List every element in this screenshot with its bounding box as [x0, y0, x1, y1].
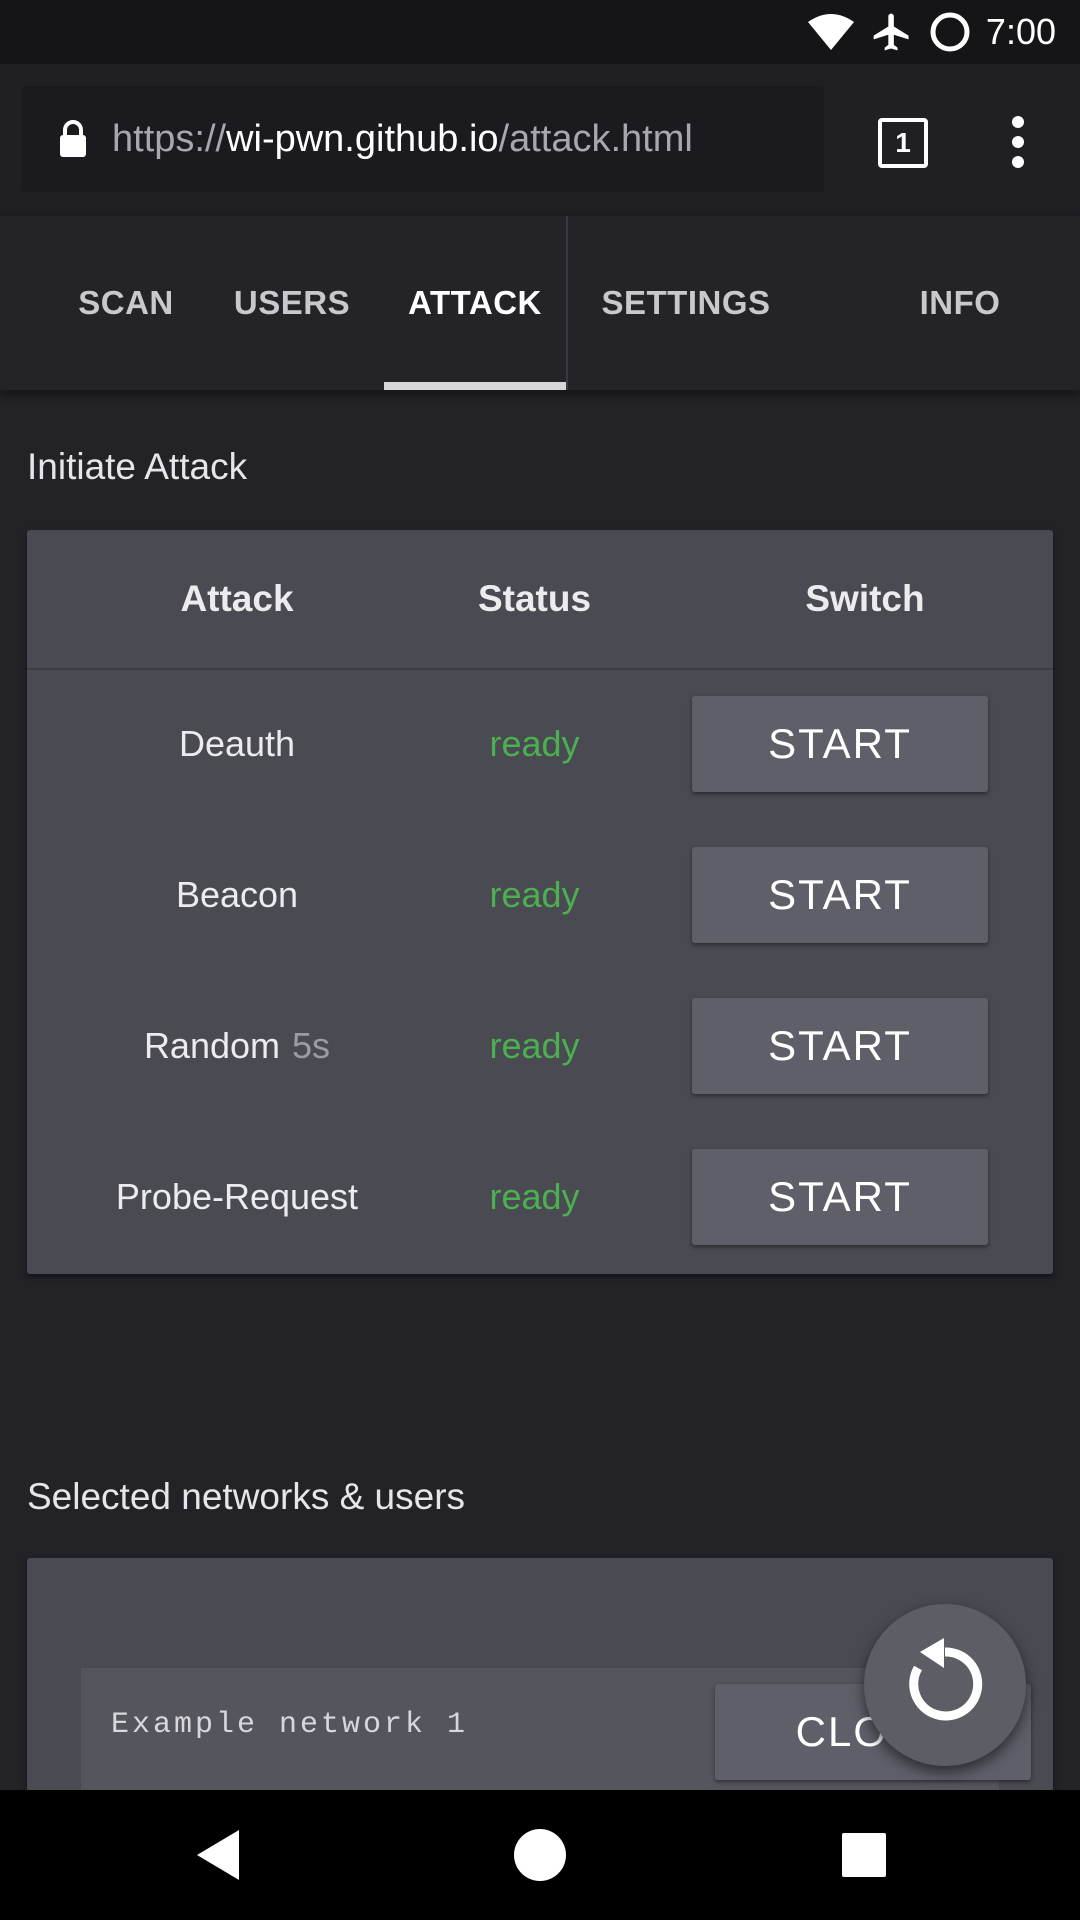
sync-circle-icon [928, 10, 972, 54]
header-attack: Attack [180, 578, 294, 619]
start-probe-request-button[interactable]: START [692, 1149, 988, 1245]
header-status: Status [477, 578, 592, 619]
section-title-attack: Initiate Attack [27, 446, 248, 487]
tab-scan[interactable]: SCAN [56, 216, 196, 390]
list-item: Example network 1 CLONE [81, 1668, 1031, 1798]
section-title-selected: Selected networks & users [27, 1476, 466, 1517]
overflow-menu-icon[interactable] [1004, 116, 1032, 168]
tab-switcher-button[interactable]: 1 [878, 118, 928, 168]
wifi-icon [806, 12, 856, 52]
attack-name: Deauth [87, 668, 387, 819]
status-label: ready [489, 873, 580, 915]
recents-icon[interactable] [822, 1790, 906, 1920]
header-switch: Switch [805, 578, 925, 619]
attack-name: Beacon [87, 819, 387, 970]
status-label: ready [489, 1024, 580, 1066]
tab-info[interactable]: INFO [900, 216, 1020, 390]
back-icon[interactable] [176, 1790, 260, 1920]
table-row: Deauth ready START [27, 668, 1053, 819]
browser-toolbar: https://wi-pwn.github.io/attack.html 1 [0, 64, 1080, 216]
url-path: /attack.html [498, 117, 693, 160]
attack-name-label: Probe-Request [115, 1175, 359, 1217]
table-header: Attack Status Switch [27, 530, 1053, 670]
url-scheme: https:// [112, 117, 227, 160]
attack-table: Attack Status Switch Deauth ready START … [27, 530, 1053, 1274]
attack-interval: 5s [292, 1024, 331, 1066]
tab-settings[interactable]: SETTINGS [590, 216, 782, 390]
lock-icon [58, 119, 88, 159]
attack-name-label: Random [143, 1024, 281, 1066]
system-nav-bar [0, 1790, 1080, 1920]
attack-name: Probe-Request [87, 1121, 387, 1272]
url-text: https://wi-pwn.github.io/attack.html [112, 118, 693, 161]
status-label: ready [489, 722, 580, 764]
tab-users[interactable]: USERS [222, 216, 362, 390]
url-host: wi-pwn.github.io [226, 117, 499, 160]
tab-attack[interactable]: ATTACK [384, 216, 566, 390]
start-random-button[interactable]: START [692, 998, 988, 1094]
table-row: Random 5s ready START [27, 970, 1053, 1121]
refresh-button[interactable] [864, 1604, 1026, 1766]
refresh-icon [900, 1637, 990, 1733]
start-beacon-button[interactable]: START [692, 847, 988, 943]
table-row: Beacon ready START [27, 819, 1053, 970]
address-bar[interactable]: https://wi-pwn.github.io/attack.html [22, 86, 824, 192]
nav-tabs: SCAN USERS ATTACK SETTINGS INFO [0, 216, 1080, 390]
tab-divider [566, 216, 568, 390]
status-label: ready [489, 1175, 580, 1217]
network-name: Example network 1 [111, 1708, 469, 1742]
status-bar: 7:00 [0, 0, 1080, 64]
table-row: Probe-Request ready START [27, 1121, 1053, 1272]
start-deauth-button[interactable]: START [692, 696, 988, 792]
attack-name: Random 5s [87, 970, 387, 1121]
attack-name-label: Deauth [178, 722, 296, 764]
clock: 7:00 [985, 11, 1056, 52]
airplane-icon [870, 10, 914, 54]
home-icon[interactable] [500, 1790, 580, 1920]
attack-name-label: Beacon [175, 873, 299, 915]
